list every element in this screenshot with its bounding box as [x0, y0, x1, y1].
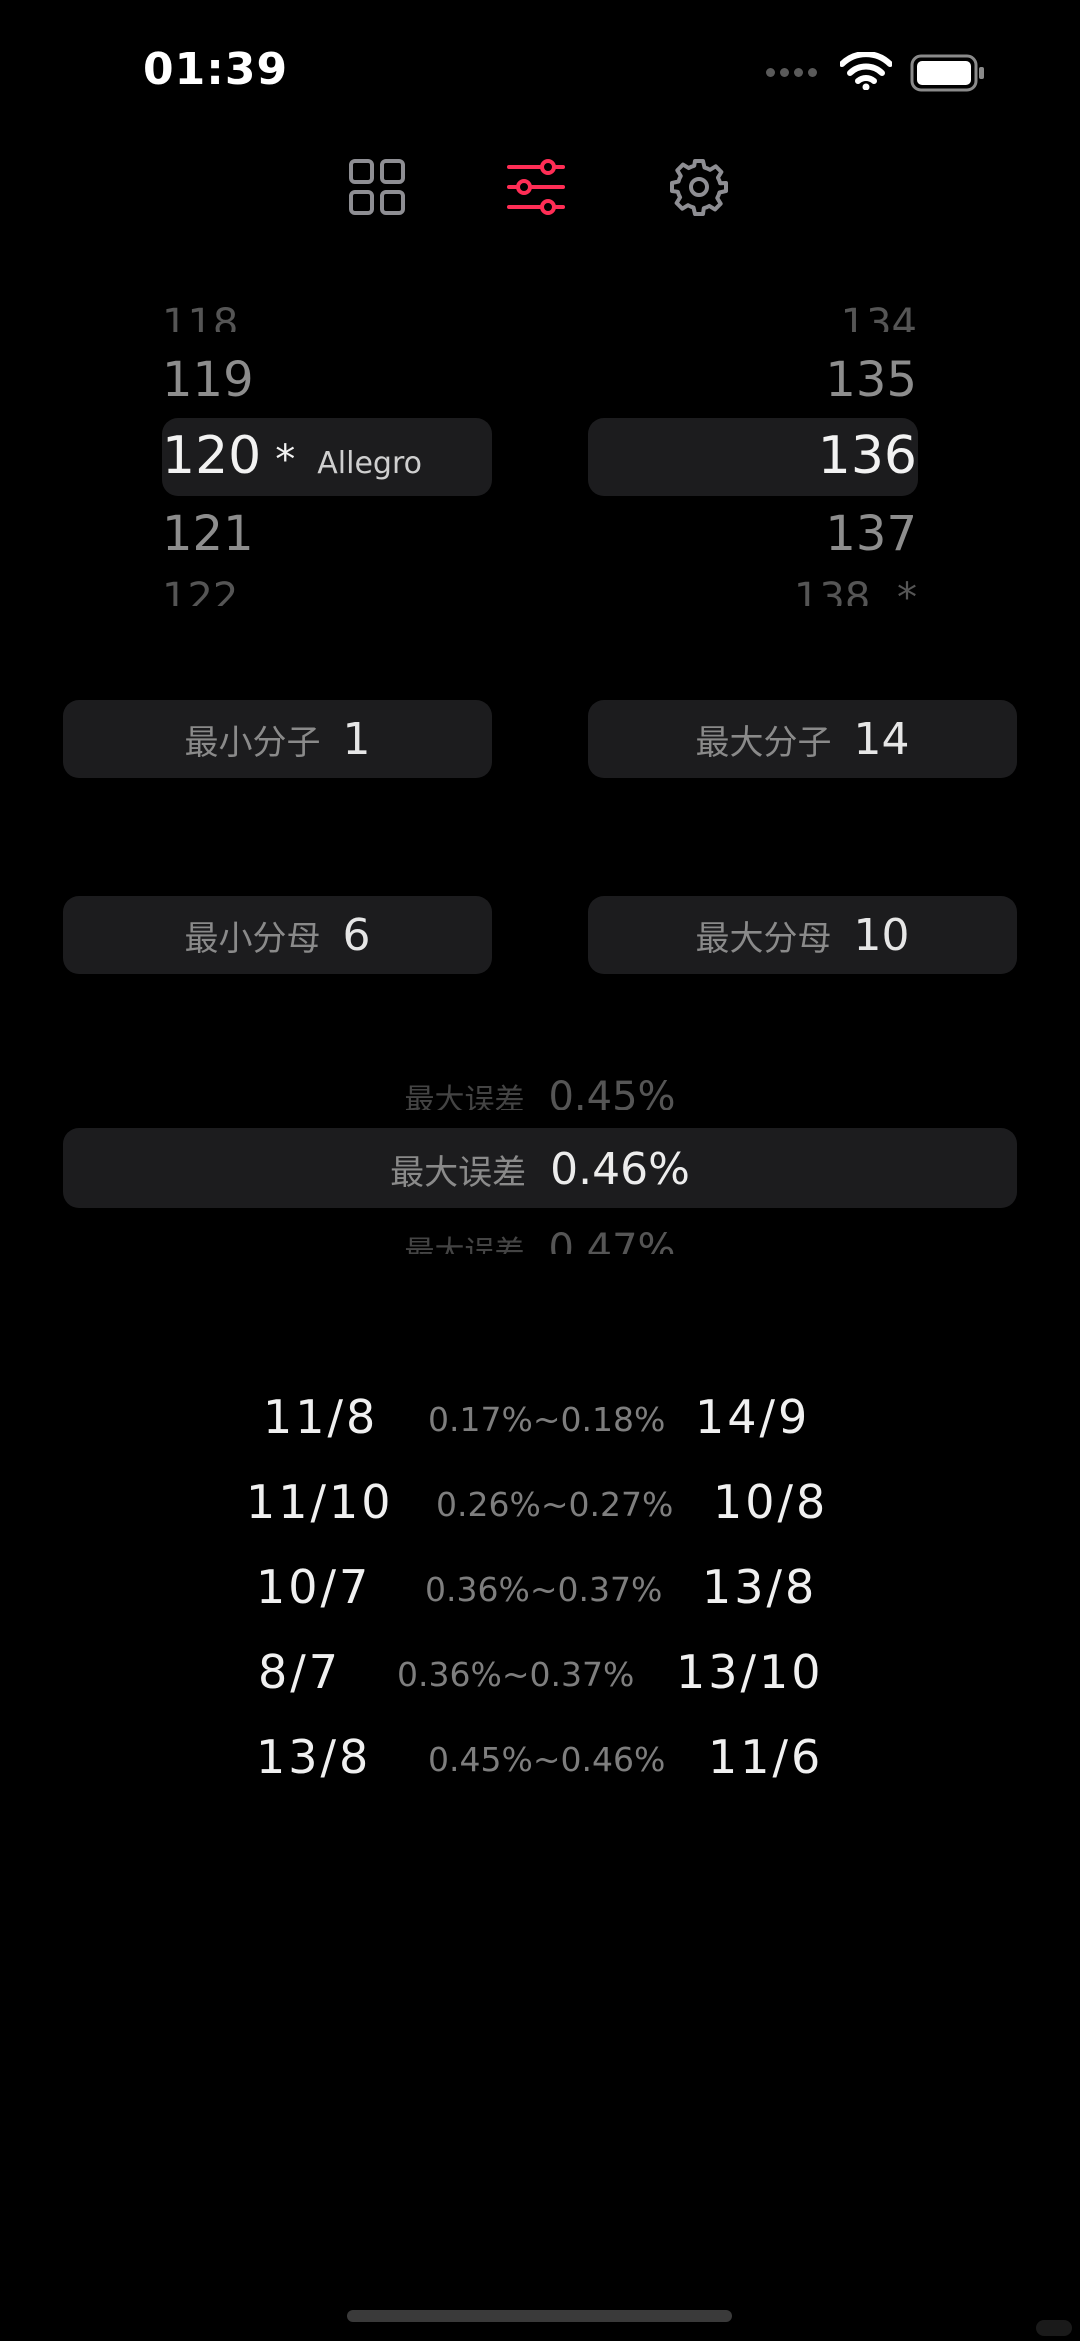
result-ratio-b: 13/10: [676, 1645, 824, 1699]
sliders-icon[interactable]: [507, 158, 565, 216]
max-error-selected-row[interactable]: 最大误差 0.46%: [0, 1144, 1080, 1195]
result-ratio-b: 10/8: [713, 1475, 829, 1529]
bpm-max-option-below-2-marker: *: [897, 578, 917, 606]
result-ratio-a: 10/7: [256, 1560, 372, 1614]
status-time: 01:39: [143, 44, 289, 95]
result-ratio-b: 14/9: [695, 1390, 811, 1444]
max-error-above-label: 最大误差: [404, 1083, 525, 1110]
min-numerator-label: 最小分子: [184, 722, 321, 763]
home-indicator[interactable]: [347, 2310, 732, 2322]
min-denominator-label: 最小分母: [184, 918, 321, 959]
result-error-range: 0.36%~0.37%: [397, 1655, 635, 1694]
watermark-badge: [1036, 2320, 1072, 2336]
bpm-min-selected-row[interactable]: 120 * Allegro: [162, 430, 422, 482]
min-denominator-value: 6: [342, 909, 371, 961]
bpm-min-tempo-name: Allegro: [317, 446, 422, 481]
wifi-icon: [840, 52, 892, 90]
min-numerator-picker[interactable]: 最小分子 1: [63, 700, 492, 778]
cellular-signal-icon: [766, 62, 822, 81]
result-ratio-a: 11/10: [246, 1475, 394, 1529]
max-numerator-picker[interactable]: 最大分子 14: [588, 700, 1017, 778]
bpm-min-marker: *: [275, 437, 296, 483]
result-ratio-b: 11/6: [708, 1730, 824, 1784]
result-row: 11/10 0.26%~0.27% 10/8: [0, 1475, 1080, 1560]
max-denominator-picker[interactable]: 最大分母 10: [588, 896, 1017, 974]
result-error-range: 0.45%~0.46%: [428, 1740, 666, 1779]
bpm-max-option-below-2-value: 138: [793, 578, 871, 606]
bpm-min-option-below-1[interactable]: 121: [162, 510, 254, 558]
result-error-range: 0.26%~0.27%: [436, 1485, 674, 1524]
result-ratio-a: 13/8: [256, 1730, 372, 1784]
grid-icon[interactable]: [348, 158, 406, 216]
max-error-below-value: 0.47%: [548, 1226, 676, 1254]
bpm-max-selected-value[interactable]: 136: [818, 430, 917, 482]
result-error-range: 0.36%~0.37%: [425, 1570, 663, 1609]
bpm-max-option-below-1[interactable]: 137: [825, 510, 917, 558]
bpm-max-option-above-2[interactable]: 134: [841, 304, 917, 332]
battery-icon: [910, 54, 984, 92]
max-error-selected-label: 最大误差: [390, 1153, 527, 1193]
max-error-option-above[interactable]: 最大误差 0.45%: [0, 1074, 1080, 1110]
result-row: 13/8 0.45%~0.46% 11/6: [0, 1730, 1080, 1815]
max-error-below-label: 最大误差: [404, 1235, 525, 1254]
result-error-range: 0.17%~0.18%: [428, 1400, 666, 1439]
bpm-min-selected-value: 120: [162, 426, 262, 486]
min-denominator-picker[interactable]: 最小分母 6: [63, 896, 492, 974]
max-denominator-value: 10: [853, 909, 910, 961]
max-numerator-label: 最大分子: [695, 722, 832, 763]
max-error-above-value: 0.45%: [548, 1074, 676, 1110]
bpm-max-option-above-1[interactable]: 135: [825, 356, 917, 404]
max-denominator-label: 最大分母: [695, 918, 832, 959]
bpm-max-option-below-2[interactable]: 138 *: [794, 578, 917, 606]
bpm-min-option-above-2[interactable]: 118: [162, 304, 238, 332]
result-ratio-a: 11/8: [263, 1390, 379, 1444]
result-row: 10/7 0.36%~0.37% 13/8: [0, 1560, 1080, 1645]
result-ratio-b: 13/8: [702, 1560, 818, 1614]
min-numerator-value: 1: [342, 713, 371, 765]
results-list: 11/8 0.17%~0.18% 14/9 11/10 0.26%~0.27% …: [0, 1390, 1080, 1815]
result-row: 11/8 0.17%~0.18% 14/9: [0, 1390, 1080, 1475]
max-numerator-value: 14: [853, 713, 910, 765]
bpm-min-option-below-2[interactable]: 122: [162, 578, 238, 606]
max-error-selected-value: 0.46%: [550, 1144, 690, 1195]
bpm-min-option-above-1[interactable]: 119: [162, 356, 254, 404]
max-error-option-below[interactable]: 最大误差 0.47%: [0, 1226, 1080, 1254]
result-ratio-a: 8/7: [258, 1645, 342, 1699]
result-row: 8/7 0.36%~0.37% 13/10: [0, 1645, 1080, 1730]
gear-icon[interactable]: [670, 158, 728, 216]
